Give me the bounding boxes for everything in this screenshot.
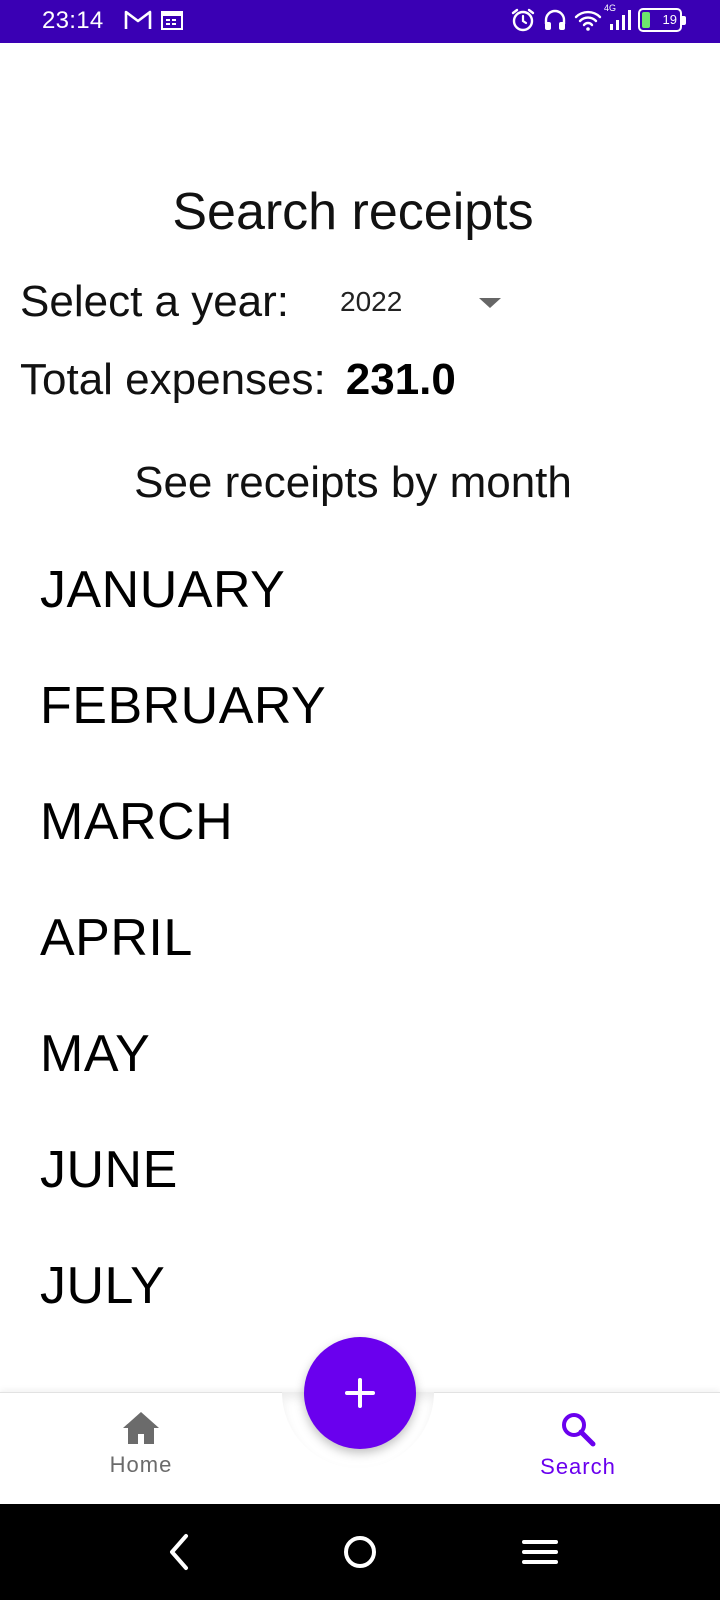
battery-charging-icon: 19 bbox=[638, 8, 686, 32]
system-navigation-bar bbox=[0, 1504, 720, 1600]
month-item-april[interactable]: APRIL bbox=[0, 880, 706, 996]
calendar-icon bbox=[161, 11, 183, 30]
headphones-icon bbox=[544, 9, 566, 30]
expenses-value: 231.0 bbox=[345, 355, 456, 404]
back-icon[interactable] bbox=[158, 1530, 202, 1574]
home-circle-icon[interactable] bbox=[338, 1530, 382, 1574]
nav-label-search: Search bbox=[540, 1454, 616, 1479]
app-screen: 23:14 4G 19 Search receipts Select a yea… bbox=[0, 0, 720, 1600]
menu-icon[interactable] bbox=[518, 1530, 562, 1574]
search-icon bbox=[562, 1413, 596, 1447]
month-list: JANUARY FEBRUARY MARCH APRIL MAY JUNE JU… bbox=[0, 532, 706, 1344]
plus-icon bbox=[345, 1378, 375, 1408]
month-item-february[interactable]: FEBRUARY bbox=[0, 648, 706, 764]
dropdown-arrow-icon bbox=[479, 298, 501, 308]
system-status-icons: 19 bbox=[510, 7, 686, 33]
year-row: Select a year: 2022 bbox=[20, 274, 501, 330]
year-selected-value: 2022 bbox=[340, 286, 403, 317]
month-item-june[interactable]: JUNE bbox=[0, 1112, 706, 1228]
month-item-may[interactable]: MAY bbox=[0, 996, 706, 1112]
alarm-icon bbox=[511, 8, 535, 32]
wifi-icon bbox=[574, 10, 602, 31]
expenses-row: Total expenses: 231.0 bbox=[20, 355, 456, 405]
notification-icons bbox=[124, 9, 184, 31]
section-title: See receipts by month bbox=[134, 458, 572, 507]
year-dropdown[interactable]: 2022 bbox=[340, 276, 520, 328]
battery-percent: 19 bbox=[662, 12, 677, 27]
nav-item-search[interactable]: Search bbox=[498, 1410, 658, 1500]
page-title: Search receipts bbox=[172, 183, 534, 241]
year-label: Select a year: bbox=[20, 277, 290, 326]
add-receipt-fab[interactable] bbox=[304, 1337, 416, 1449]
month-item-january[interactable]: JANUARY bbox=[0, 532, 706, 648]
nav-label-home: Home bbox=[109, 1452, 173, 1477]
signal-icon bbox=[610, 10, 631, 30]
month-item-march[interactable]: MARCH bbox=[0, 764, 706, 880]
nav-item-home[interactable]: Home bbox=[61, 1410, 221, 1500]
status-time: 23:14 bbox=[42, 7, 104, 34]
expenses-label: Total expenses: bbox=[20, 355, 326, 404]
month-item-july[interactable]: JULY bbox=[0, 1228, 706, 1344]
home-icon bbox=[123, 1412, 159, 1444]
status-bar: 23:14 4G 19 bbox=[0, 0, 720, 43]
gmail-icon bbox=[124, 10, 152, 29]
